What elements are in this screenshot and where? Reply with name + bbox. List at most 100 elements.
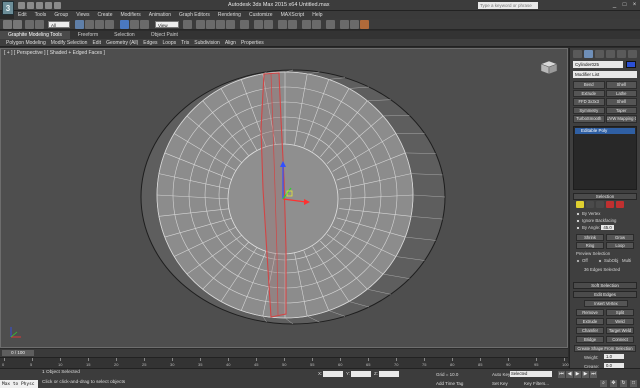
new-file-icon[interactable] xyxy=(18,2,25,9)
selection-filter-dropdown[interactable]: All xyxy=(48,21,70,28)
tab-selection[interactable]: Selection xyxy=(106,32,143,38)
modify-tab-icon[interactable] xyxy=(584,50,593,58)
mirror-icon[interactable] xyxy=(254,20,263,29)
key-set-dropdown[interactable]: Selected xyxy=(510,371,552,377)
rectangle-selection-icon[interactable] xyxy=(95,20,104,29)
key-filters-button[interactable]: Key Filters... xyxy=(524,381,549,386)
uvw-mapping-button[interactable]: UVW Mapping Cle xyxy=(605,115,637,123)
menu-views[interactable]: Views xyxy=(76,12,89,18)
remove-button[interactable]: Remove xyxy=(576,309,604,316)
menu-create[interactable]: Create xyxy=(97,12,112,18)
curve-editor-icon[interactable] xyxy=(302,20,311,29)
ribbon-edit[interactable]: Edit xyxy=(92,40,101,46)
weld-button[interactable]: Weld xyxy=(606,318,634,325)
time-slider[interactable]: 0 / 100 xyxy=(2,350,34,356)
ribbon-modify-selection[interactable]: Modify Selection xyxy=(51,40,88,46)
menu-graph-editors[interactable]: Graph Editors xyxy=(179,12,210,18)
preview-subobj-radio[interactable]: SubObj xyxy=(598,258,618,263)
menu-rendering[interactable]: Rendering xyxy=(218,12,241,18)
auto-key-button[interactable]: Auto Key xyxy=(492,372,510,377)
render-setup-icon[interactable] xyxy=(340,20,349,29)
previous-frame-icon[interactable]: ◀ xyxy=(566,371,573,378)
modifier-list-dropdown[interactable]: Modifier List xyxy=(573,71,637,78)
edge-level-icon[interactable] xyxy=(586,201,594,208)
ignore-backfacing-checkbox[interactable] xyxy=(576,218,580,223)
y-coordinate-input[interactable] xyxy=(351,371,372,377)
next-frame-icon[interactable]: ▶ xyxy=(582,371,589,378)
ribbon-subdivision[interactable]: Subdivision xyxy=(194,40,220,46)
play-icon[interactable]: ▶ xyxy=(574,371,581,378)
help-search-input[interactable]: Type a keyword or phrase xyxy=(478,2,538,9)
taper-button[interactable]: Taper xyxy=(605,106,637,114)
by-vertex-option[interactable]: By Vertex xyxy=(576,211,600,216)
x-coordinate-input[interactable] xyxy=(323,371,344,377)
by-angle-checkbox[interactable] xyxy=(576,225,580,230)
bend-button[interactable]: Bend xyxy=(573,81,605,89)
pan-icon[interactable]: ✥ xyxy=(610,380,617,387)
extrude-button[interactable]: Extrude xyxy=(576,318,604,325)
create-shape-button[interactable]: Create Shape From Selection xyxy=(574,345,636,352)
move-icon[interactable] xyxy=(120,20,129,29)
soft-selection-rollout-header[interactable]: Soft Selection xyxy=(573,282,637,289)
angle-snap-icon[interactable] xyxy=(206,20,215,29)
ribbon-edges[interactable]: Edges xyxy=(143,40,157,46)
shell-button-2[interactable]: Shell xyxy=(605,98,637,106)
ribbon-properties[interactable]: Properties xyxy=(241,40,264,46)
display-tab-icon[interactable] xyxy=(617,50,626,58)
align-icon[interactable] xyxy=(264,20,273,29)
shell-button[interactable]: Shell xyxy=(605,81,637,89)
redo-icon[interactable] xyxy=(54,2,61,9)
ribbon-loops[interactable]: Loops xyxy=(162,40,176,46)
scale-icon[interactable] xyxy=(140,20,149,29)
maxscript-listener-input[interactable]: Max to Physc xyxy=(0,380,38,388)
graphite-toggle-icon[interactable] xyxy=(288,20,297,29)
ffd-button[interactable]: FFD 3x3x3 xyxy=(573,98,605,106)
wheel-model[interactable] xyxy=(1,49,568,348)
rotate-icon[interactable] xyxy=(130,20,139,29)
turbosmooth-button[interactable]: TurboSmooth xyxy=(573,115,605,123)
bridge-button[interactable]: Bridge xyxy=(576,336,604,343)
ribbon-polygon-modeling[interactable]: Polygon Modeling xyxy=(6,40,46,46)
close-icon[interactable]: × xyxy=(630,1,639,9)
percent-snap-icon[interactable] xyxy=(216,20,225,29)
maximize-viewport-icon[interactable]: □ xyxy=(630,380,637,387)
layer-manager-icon[interactable] xyxy=(278,20,287,29)
preview-off-radio-dot[interactable] xyxy=(576,258,580,263)
motion-tab-icon[interactable] xyxy=(606,50,615,58)
maximize-icon[interactable]: □ xyxy=(620,1,629,9)
spinner-snap-icon[interactable] xyxy=(226,20,235,29)
insert-vertex-button[interactable]: Insert Vertex xyxy=(584,300,628,307)
preview-off-radio[interactable]: Off xyxy=(576,258,588,263)
viewport-label[interactable]: [ + ] [ Perspective ] [ Shaded + Edged F… xyxy=(4,50,105,56)
reference-coordinate-dropdown[interactable]: View xyxy=(155,21,179,28)
by-vertex-checkbox[interactable] xyxy=(576,211,580,216)
link-icon[interactable] xyxy=(25,20,34,29)
ribbon-align[interactable]: Align xyxy=(225,40,236,46)
menu-modifiers[interactable]: Modifiers xyxy=(120,12,140,18)
create-tab-icon[interactable] xyxy=(573,50,582,58)
by-angle-input[interactable]: 45.0 xyxy=(601,225,614,230)
ribbon-tris[interactable]: Tris xyxy=(181,40,189,46)
undo-toolbar-icon[interactable] xyxy=(3,20,12,29)
edit-edges-rollout-header[interactable]: Edit Edges xyxy=(573,291,637,298)
schematic-view-icon[interactable] xyxy=(312,20,321,29)
extrude-modifier-button[interactable]: Extrude xyxy=(573,89,605,97)
utilities-tab-icon[interactable] xyxy=(628,50,637,58)
select-object-icon[interactable] xyxy=(75,20,84,29)
connect-button[interactable]: Connect xyxy=(606,336,634,343)
tab-graphite-modeling-tools[interactable]: Graphite Modeling Tools xyxy=(0,31,70,39)
menu-tools[interactable]: Tools xyxy=(35,12,47,18)
menu-maxscript[interactable]: MAXScript xyxy=(281,12,305,18)
tab-object-paint[interactable]: Object Paint xyxy=(143,32,186,38)
go-to-start-icon[interactable]: ⏮ xyxy=(558,371,565,378)
named-selection-icon[interactable] xyxy=(240,20,249,29)
element-level-icon[interactable] xyxy=(616,201,624,208)
unlink-icon[interactable] xyxy=(35,20,44,29)
preview-subobj-radio-dot[interactable] xyxy=(598,258,602,263)
app-logo-icon[interactable]: 3 xyxy=(2,1,14,15)
grow-button[interactable]: Grow xyxy=(606,234,634,241)
weight-input[interactable]: 1.0 xyxy=(604,354,624,359)
redo-toolbar-icon[interactable] xyxy=(13,20,22,29)
save-file-icon[interactable] xyxy=(36,2,43,9)
loop-button[interactable]: Loop xyxy=(606,242,634,249)
